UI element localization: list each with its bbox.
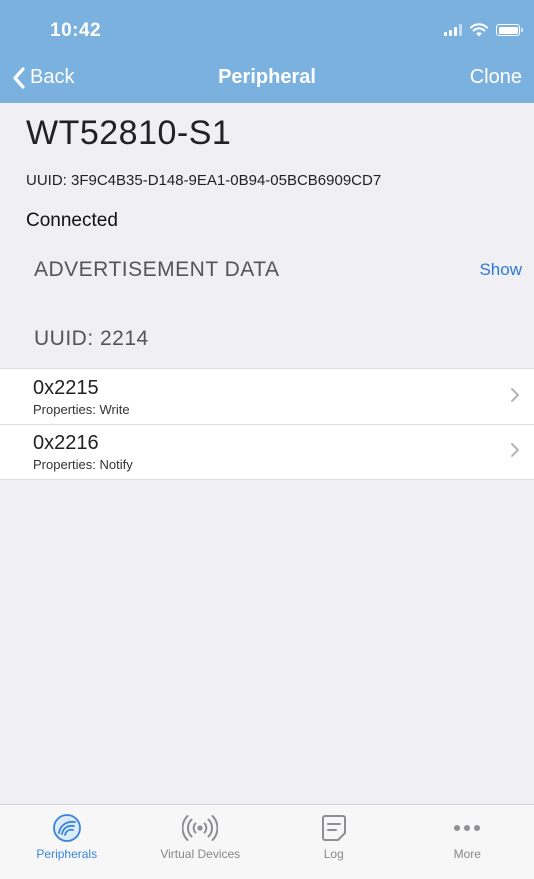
chevron-right-icon <box>511 443 519 457</box>
tab-log[interactable]: Log <box>267 805 401 879</box>
more-icon <box>454 825 481 831</box>
tab-label: Log <box>323 847 344 861</box>
tab-virtual-devices[interactable]: Virtual Devices <box>134 805 268 879</box>
characteristic-properties: Properties: Write <box>33 402 130 417</box>
back-button[interactable]: Back <box>12 66 74 89</box>
wifi-icon <box>470 23 488 37</box>
characteristic-name: 0x2216 <box>33 432 99 454</box>
advertisement-data-header: ADVERTISEMENT DATA <box>34 258 280 281</box>
tab-label: More <box>453 847 481 861</box>
log-icon <box>321 815 346 841</box>
tab-label: Virtual Devices <box>160 847 241 861</box>
back-label: Back <box>30 66 75 88</box>
chevron-right-icon <box>511 388 519 402</box>
broadcast-icon <box>182 815 219 841</box>
status-icons <box>444 22 523 38</box>
tab-label: Peripherals <box>36 847 98 861</box>
show-advertisement-button[interactable]: Show <box>479 260 522 280</box>
peripheral-uuid: UUID: 3F9C4B35-D148-9EA1-0B94-05BCB6909C… <box>26 172 382 189</box>
characteristics-list: 0x2215 Properties: Write 0x2216 Properti… <box>0 368 534 480</box>
clone-button[interactable]: Clone <box>470 66 522 89</box>
tab-bar: Peripherals Virtual Devices Log More <box>0 804 534 879</box>
characteristic-row-0x2216[interactable]: 0x2216 Properties: Notify <box>0 424 534 479</box>
cellular-signal-icon <box>444 24 462 36</box>
page-title: Peripheral <box>218 66 316 88</box>
service-uuid-header: UUID: 2214 <box>34 327 149 350</box>
peripheral-name: WT52810-S1 <box>26 114 232 152</box>
characteristic-name: 0x2215 <box>33 377 99 399</box>
tab-peripherals[interactable]: Peripherals <box>0 805 134 879</box>
connection-status: Connected <box>26 210 118 231</box>
status-time: 10:42 <box>50 20 102 41</box>
chevron-left-icon <box>13 66 25 89</box>
battery-icon <box>496 24 523 36</box>
tab-more[interactable]: More <box>401 805 534 879</box>
peripherals-icon <box>52 814 81 842</box>
navigation-bar: 10:42 Back Peripheral Clone <box>0 0 534 103</box>
characteristic-properties: Properties: Notify <box>33 457 133 472</box>
characteristic-row-0x2215[interactable]: 0x2215 Properties: Write <box>0 369 534 424</box>
